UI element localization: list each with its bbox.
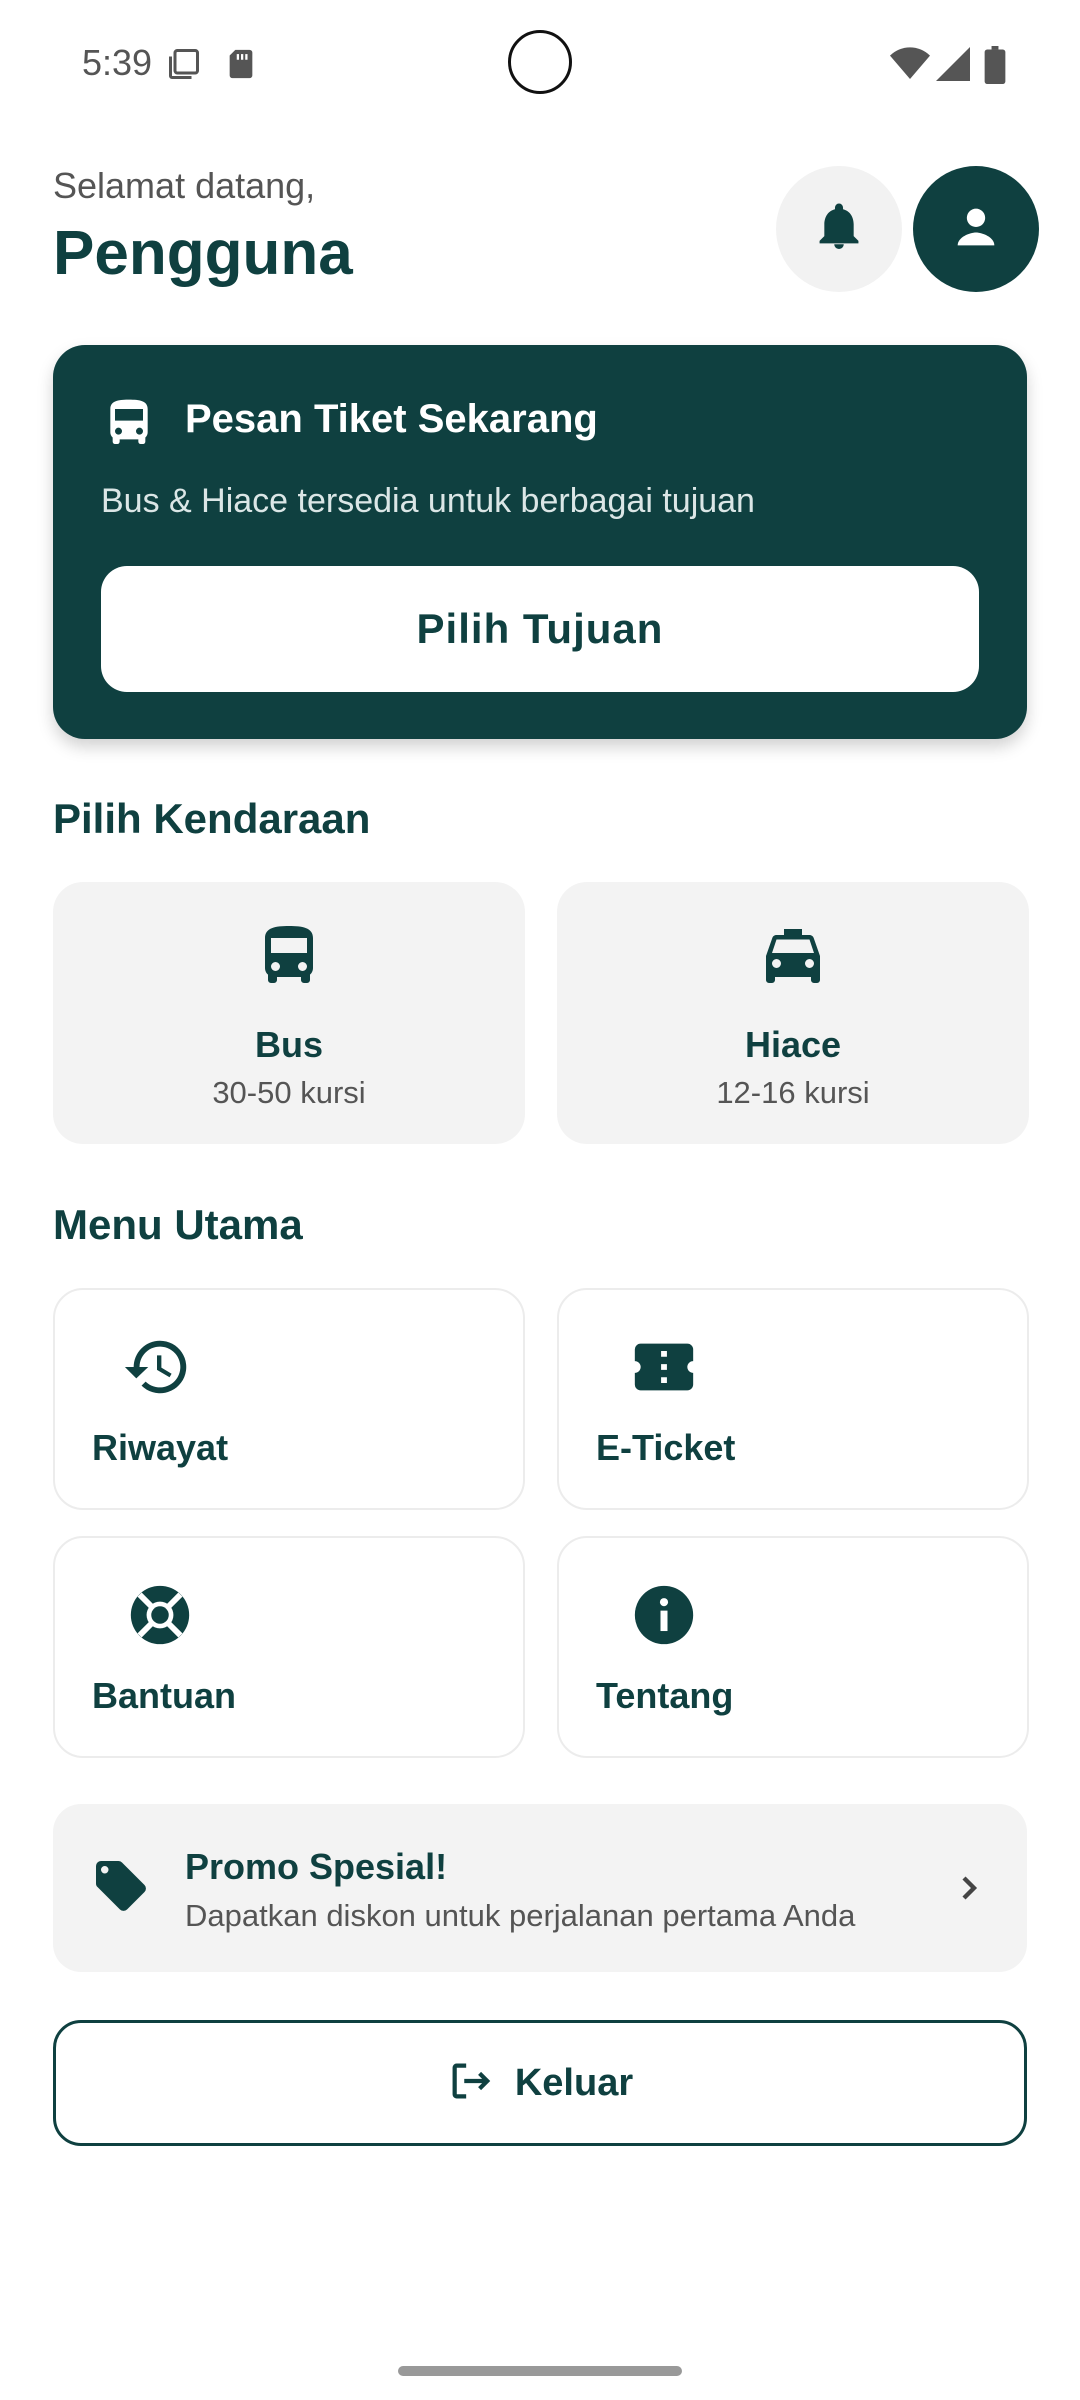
home-indicator[interactable] xyxy=(398,2366,682,2376)
ticket-icon xyxy=(629,1332,699,1407)
menu-label: Bantuan xyxy=(92,1675,236,1716)
promo-title: Promo Spesial! xyxy=(185,1846,448,1887)
choose-destination-button[interactable]: Pilih Tujuan xyxy=(101,566,979,692)
logout-label: Keluar xyxy=(514,2061,634,2104)
vehicle-seats: 30-50 kursi xyxy=(212,1075,366,1110)
booking-subtitle: Bus & Hiace tersedia untuk berbagai tuju… xyxy=(101,482,755,520)
logout-icon xyxy=(447,2058,493,2109)
tag-icon xyxy=(91,1856,151,1921)
promo-card[interactable]: Promo Spesial! Dapatkan diskon untuk per… xyxy=(53,1804,1027,1972)
status-time: 5:39 xyxy=(82,42,153,83)
menu-item-bantuan[interactable]: Bantuan xyxy=(53,1536,525,1758)
info-icon xyxy=(629,1580,699,1655)
taxi-icon xyxy=(757,920,829,997)
vehicle-card-bus[interactable]: Bus 30-50 kursi xyxy=(53,882,525,1144)
menu-item-riwayat[interactable]: Riwayat xyxy=(53,1288,525,1510)
person-icon xyxy=(954,205,998,254)
booking-title: Pesan Tiket Sekarang xyxy=(185,397,598,441)
profile-button[interactable] xyxy=(913,166,1039,292)
vehicle-card-hiace[interactable]: Hiace 12-16 kursi xyxy=(557,882,1029,1144)
bus-icon xyxy=(253,920,325,997)
vehicle-seats: 12-16 kursi xyxy=(716,1075,870,1110)
greeting-text: Selamat datang, xyxy=(53,165,316,206)
bus-icon xyxy=(101,395,157,456)
menu-label: Riwayat xyxy=(92,1427,229,1468)
cellular-signal-icon xyxy=(936,46,970,87)
lifebuoy-icon xyxy=(125,1580,195,1655)
menu-label: Tentang xyxy=(596,1675,734,1716)
menu-section-title: Menu Utama xyxy=(53,1201,303,1248)
notifications-button[interactable] xyxy=(776,166,902,292)
bell-icon xyxy=(817,203,861,256)
camera-cutout xyxy=(508,30,572,94)
wifi-icon xyxy=(890,46,930,87)
vehicle-name: Bus xyxy=(254,1024,323,1065)
screenshot-icon xyxy=(166,46,202,87)
chevron-right-icon xyxy=(949,1866,989,1915)
promo-subtitle: Dapatkan diskon untuk perjalanan pertama… xyxy=(185,1898,856,1933)
sd-card-icon xyxy=(224,46,258,87)
history-icon xyxy=(122,1332,192,1407)
vehicle-section-title: Pilih Kendaraan xyxy=(53,795,371,842)
logout-button[interactable]: Keluar xyxy=(53,2020,1027,2146)
username-title: Pengguna xyxy=(53,219,353,288)
menu-label: E-Ticket xyxy=(596,1427,736,1468)
booking-card: Pesan Tiket Sekarang Bus & Hiace tersedi… xyxy=(53,345,1027,739)
menu-item-eticket[interactable]: E-Ticket xyxy=(557,1288,1029,1510)
vehicle-name: Hiace xyxy=(744,1024,842,1065)
status-bar: 5:39 xyxy=(0,0,1080,128)
menu-item-tentang[interactable]: Tentang xyxy=(557,1536,1029,1758)
battery-icon xyxy=(984,46,1006,89)
